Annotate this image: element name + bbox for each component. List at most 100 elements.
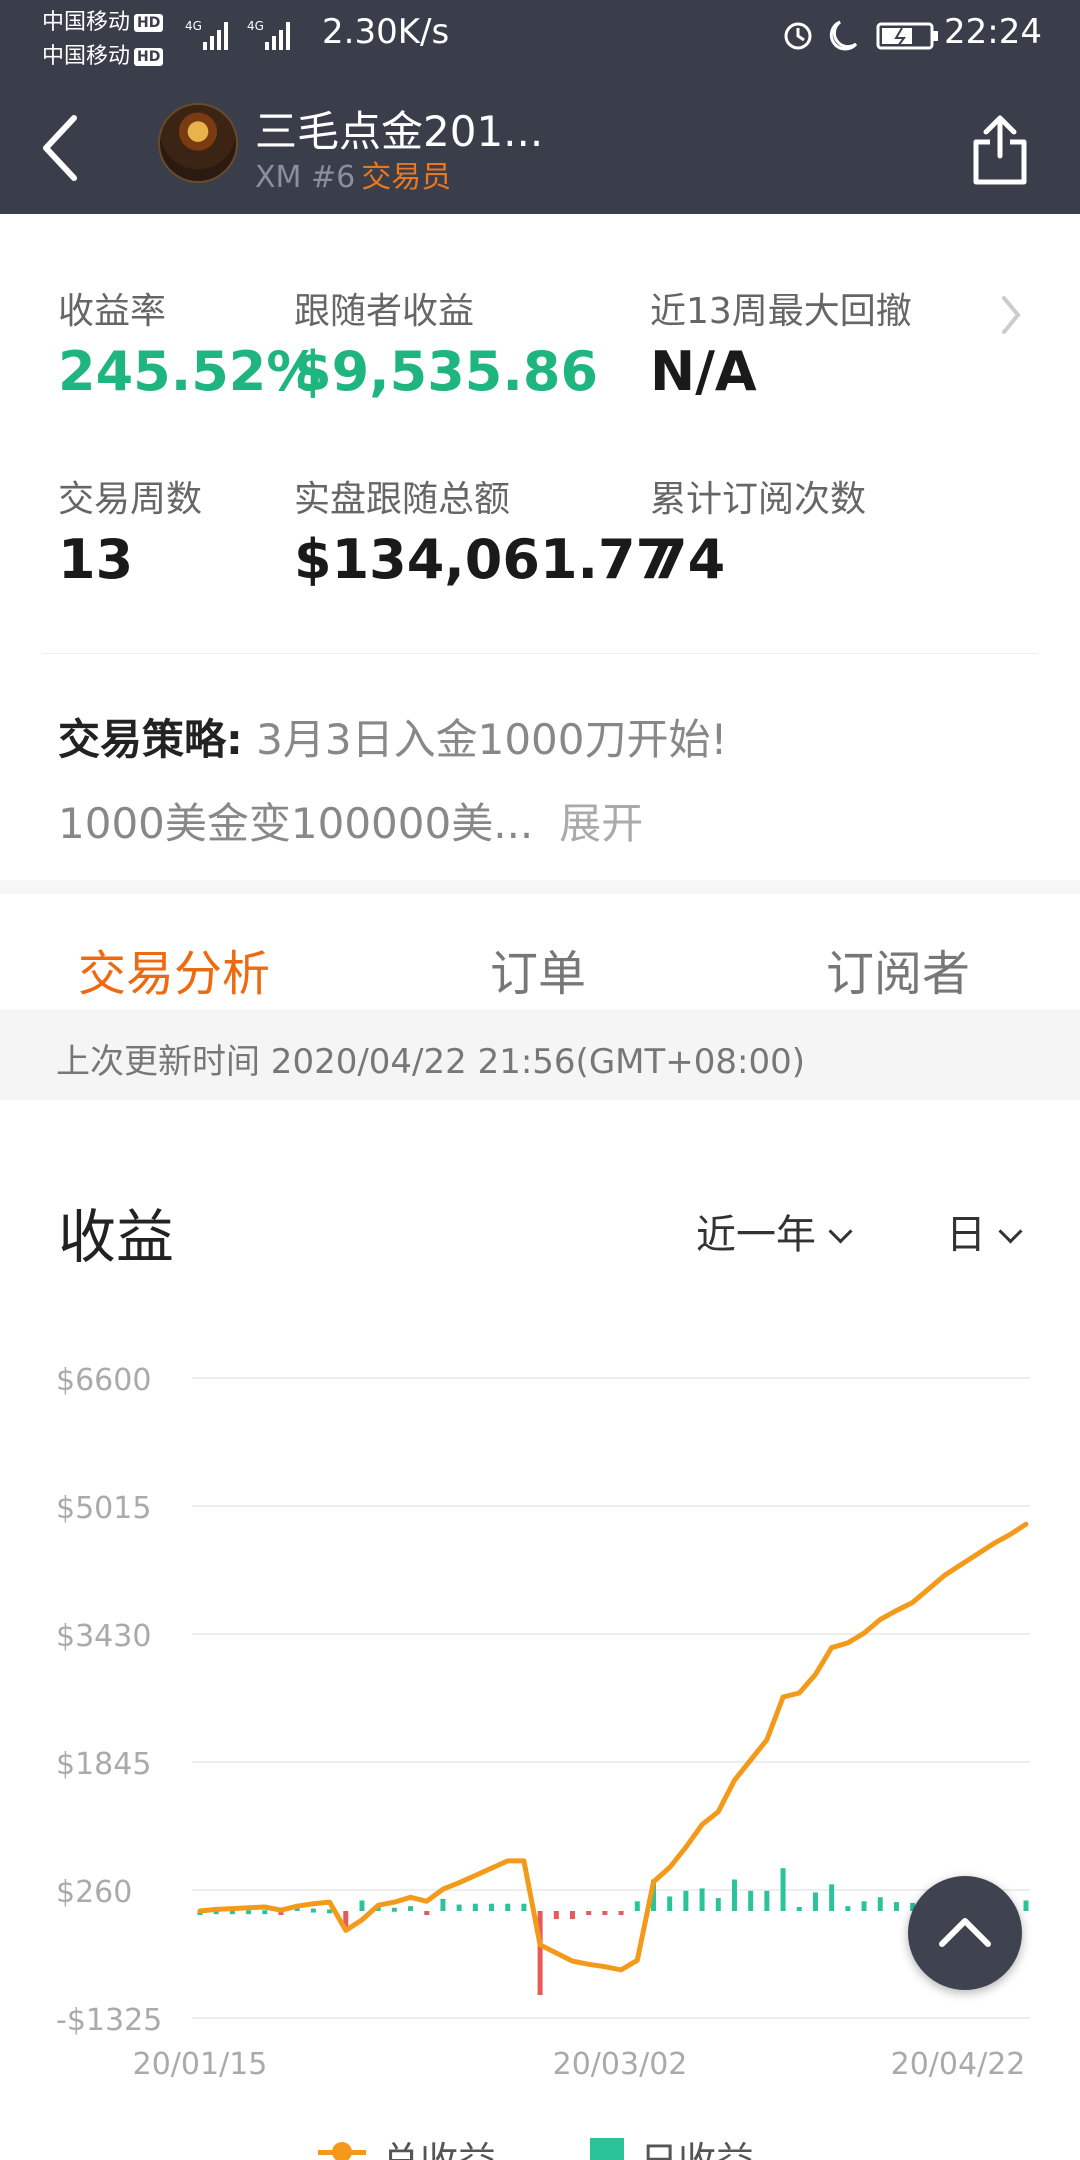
update-bar: 上次更新时间 2020/04/22 21:56(GMT+08:00)	[0, 1010, 1080, 1100]
live-follow-total-label: 实盘跟随总额	[294, 479, 511, 520]
range-dropdown[interactable]: 近一年	[696, 1202, 853, 1260]
svg-text:4G: 4G	[185, 19, 202, 33]
legend-swatch	[590, 2138, 624, 2160]
back-arrow-icon[interactable]	[34, 108, 94, 188]
y-tick-label: $260	[56, 1875, 132, 1910]
daily-profit-bar	[262, 1910, 268, 1915]
expand-link[interactable]: 展开	[559, 799, 643, 848]
daily-profit-bar	[602, 1910, 608, 1915]
daily-profit-bar	[715, 1898, 721, 1911]
daily-profit-bar	[489, 1903, 495, 1911]
daily-profit-bar	[1023, 1900, 1029, 1911]
daily-profit-bar	[359, 1900, 365, 1911]
daily-profit-bar	[246, 1910, 252, 1915]
daily-profit-bar	[796, 1906, 802, 1911]
daily-profit-bar	[521, 1903, 527, 1911]
max-drawdown-label: 近13周最大回撤	[650, 291, 912, 332]
last-update-text: 上次更新时间 2020/04/22 21:56(GMT+08:00)	[56, 1042, 806, 1082]
status-icons	[784, 20, 938, 51]
tab-bar: 交易分析 订单 订阅者	[0, 880, 1080, 1024]
trader-id: XM #6	[255, 160, 356, 195]
daily-profit-bar	[456, 1904, 462, 1911]
live-follow-total-value: $134,061.77	[294, 528, 674, 591]
profit-section-title: 收益	[58, 1203, 175, 1271]
daily-profit-bar	[472, 1903, 478, 1911]
hd-badge: HD	[134, 14, 164, 32]
legend-daily-profit: 日收益	[590, 2138, 754, 2160]
daily-profit-bar	[618, 1910, 624, 1915]
daily-profit-bar	[699, 1888, 705, 1911]
daily-profit-bar	[570, 1910, 576, 1920]
daily-profit-bar	[780, 1868, 786, 1911]
daily-profit-bar	[764, 1890, 770, 1911]
trader-subtitle: XM #6 交易员	[255, 152, 451, 196]
trade-weeks-value: 13	[58, 528, 134, 591]
clock: 22:24	[944, 12, 1042, 52]
network-speed: 2.30K/s	[322, 12, 450, 52]
scroll-to-top-button[interactable]	[908, 1876, 1022, 1990]
profit-chart: $6600 $5015 $3430 $1845 $260 -$1325 20/01/15 20…	[56, 1363, 1030, 2160]
strategy-block: 交易策略: 3月3日入金1000刀开始! 1000美金变100000美... 展开	[58, 698, 1038, 866]
carrier-info: 中国移动 HD 中国移动 HD	[42, 6, 164, 74]
subscriptions-value: 74	[650, 528, 726, 591]
legend-label: 总收益	[382, 2139, 496, 2160]
daily-profit-bar	[748, 1890, 754, 1911]
daily-profit-bar	[586, 1910, 592, 1915]
x-tick-label: 20/04/22	[891, 2047, 1026, 2082]
daily-profit-bar	[667, 1896, 673, 1911]
return-rate-value: 245.52%	[58, 340, 321, 403]
daily-profit-bar	[861, 1901, 867, 1911]
daily-profit-bar	[893, 1902, 899, 1911]
tab-subscribers[interactable]: 订阅者	[826, 934, 970, 1004]
x-tick-label: 20/03/02	[553, 2047, 688, 2082]
tab-trade-analysis[interactable]: 交易分析	[78, 934, 270, 1004]
chevron-down-icon	[828, 1219, 853, 1244]
chevron-down-icon	[998, 1219, 1023, 1244]
carrier-1: 中国移动	[42, 10, 131, 35]
period-dropdown-label: 日	[946, 1212, 986, 1258]
battery-icon	[876, 22, 938, 50]
tab-orders[interactable]: 订单	[490, 934, 586, 1004]
hd-badge: HD	[134, 48, 164, 66]
period-dropdown[interactable]: 日	[946, 1202, 1023, 1260]
range-dropdown-label: 近一年	[696, 1212, 816, 1258]
app-header: 中国移动 HD 中国移动 HD 4G 4G 2.30K/s 22:24 三毛点金20…	[0, 0, 1080, 214]
carrier-2: 中国移动	[42, 44, 131, 69]
moon-icon	[829, 20, 858, 51]
chevron-right-icon[interactable]	[996, 290, 1026, 340]
alarm-icon	[784, 22, 812, 50]
daily-profit-bar	[845, 1906, 851, 1911]
daily-profit-bar	[553, 1910, 559, 1920]
divider	[42, 653, 1038, 654]
daily-profit-bar	[634, 1901, 640, 1911]
legend-total-profit: 总收益	[318, 2139, 496, 2160]
daily-profit-bar	[424, 1910, 430, 1916]
y-tick-label: -$1325	[56, 2003, 162, 2038]
x-tick-label: 20/01/15	[133, 2047, 268, 2082]
y-tick-label: $5015	[56, 1491, 151, 1526]
daily-profit-bar	[505, 1903, 511, 1911]
legend-swatch	[318, 2150, 366, 2155]
chevron-up-icon	[939, 1918, 991, 1947]
strategy-text-line1: 3月3日入金1000刀开始!	[256, 715, 728, 764]
trader-avatar[interactable]	[158, 103, 238, 183]
svg-text:4G: 4G	[247, 19, 264, 33]
y-tick-label: $1845	[56, 1747, 151, 1782]
return-rate-label: 收益率	[58, 291, 167, 332]
daily-profit-bar	[829, 1884, 835, 1911]
share-icon[interactable]	[970, 112, 1030, 188]
daily-profit-bar	[310, 1908, 316, 1913]
trader-name: 三毛点金201...	[255, 107, 544, 156]
max-drawdown-value: N/A	[650, 340, 757, 403]
daily-profit-bar	[408, 1906, 414, 1911]
strategy-label: 交易策略:	[58, 715, 243, 764]
daily-profit-bar	[440, 1898, 446, 1911]
trade-weeks-label: 交易周数	[58, 479, 203, 520]
y-tick-label: $3430	[56, 1619, 151, 1654]
daily-profit-bar	[877, 1897, 883, 1911]
signal-icon: 4G 4G	[185, 19, 290, 50]
follower-profit-value: $9,535.86	[294, 340, 599, 403]
y-tick-label: $6600	[56, 1363, 151, 1398]
legend-label: 日收益	[640, 2139, 754, 2160]
trader-role: 交易员	[361, 160, 452, 195]
